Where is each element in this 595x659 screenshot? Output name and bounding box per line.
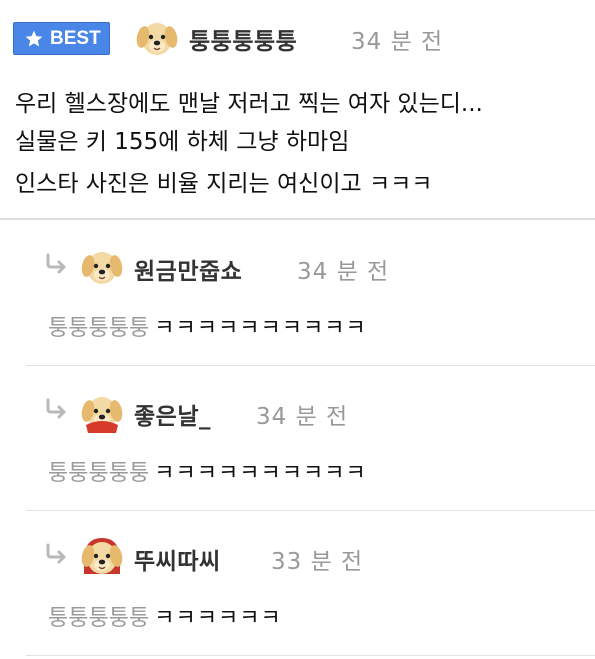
reply-time: 34 분 전 bbox=[256, 404, 349, 430]
comment-divider bbox=[0, 218, 595, 220]
reply-time: 33 분 전 bbox=[271, 549, 364, 575]
reply-mention[interactable]: 퉁퉁퉁퉁퉁 bbox=[48, 316, 149, 341]
dog-avatar-icon[interactable] bbox=[80, 244, 124, 288]
reply-arrow-icon bbox=[46, 253, 66, 274]
reply-mention[interactable]: 퉁퉁퉁퉁퉁 bbox=[48, 461, 149, 486]
reply-body: 퉁퉁퉁퉁퉁 ㅋㅋㅋㅋㅋㅋㅋㅋㅋㅋ bbox=[48, 455, 367, 487]
reply-mention[interactable]: 퉁퉁퉁퉁퉁 bbox=[48, 606, 149, 631]
best-badge: BEST bbox=[13, 22, 110, 55]
reply-divider bbox=[26, 365, 595, 366]
reply-body: 퉁퉁퉁퉁퉁 ㅋㅋㅋㅋㅋㅋㅋㅋㅋㅋ bbox=[48, 310, 367, 342]
reply-divider bbox=[26, 655, 595, 656]
best-comment: BEST 퉁퉁퉁퉁퉁 34 분 전 우리 헬스장에도 맨날 저러고 찍는 여자 … bbox=[0, 0, 595, 220]
comment-body-line: 인스타 사진은 비율 지리는 여신이고 ㅋㅋㅋ bbox=[15, 171, 433, 197]
reply-text: ㅋㅋㅋㅋㅋㅋㅋㅋㅋㅋ bbox=[154, 461, 367, 486]
dog-red-hood-avatar-icon[interactable] bbox=[80, 534, 124, 578]
best-badge-label: BEST bbox=[50, 27, 101, 49]
comment-body-line: 우리 헬스장에도 맨날 저러고 찍는 여자 있는디... bbox=[15, 91, 483, 117]
star-icon bbox=[25, 30, 43, 46]
reply-author[interactable]: 좋은날_ bbox=[134, 397, 211, 431]
dog-avatar-icon[interactable] bbox=[135, 15, 179, 59]
comment-body-line: 실물은 키 155에 하체 그냥 하마임 bbox=[15, 129, 350, 155]
comment-author[interactable]: 퉁퉁퉁퉁퉁 bbox=[189, 22, 297, 56]
reply-arrow-icon bbox=[46, 543, 66, 564]
reply-author[interactable]: 뚜씨따씨 bbox=[134, 542, 221, 576]
reply-body: 퉁퉁퉁퉁퉁 ㅋㅋㅋㅋㅋㅋ bbox=[48, 600, 282, 632]
reply-time: 34 분 전 bbox=[297, 259, 390, 285]
dog-red-cape-avatar-icon[interactable] bbox=[80, 389, 124, 433]
reply-author[interactable]: 원금만줍쇼 bbox=[134, 252, 242, 286]
comment-time: 34 분 전 bbox=[351, 29, 444, 55]
reply-divider bbox=[26, 510, 595, 511]
reply-arrow-icon bbox=[46, 398, 66, 419]
reply-text: ㅋㅋㅋㅋㅋㅋㅋㅋㅋㅋ bbox=[154, 316, 367, 341]
reply-text: ㅋㅋㅋㅋㅋㅋ bbox=[154, 606, 282, 631]
